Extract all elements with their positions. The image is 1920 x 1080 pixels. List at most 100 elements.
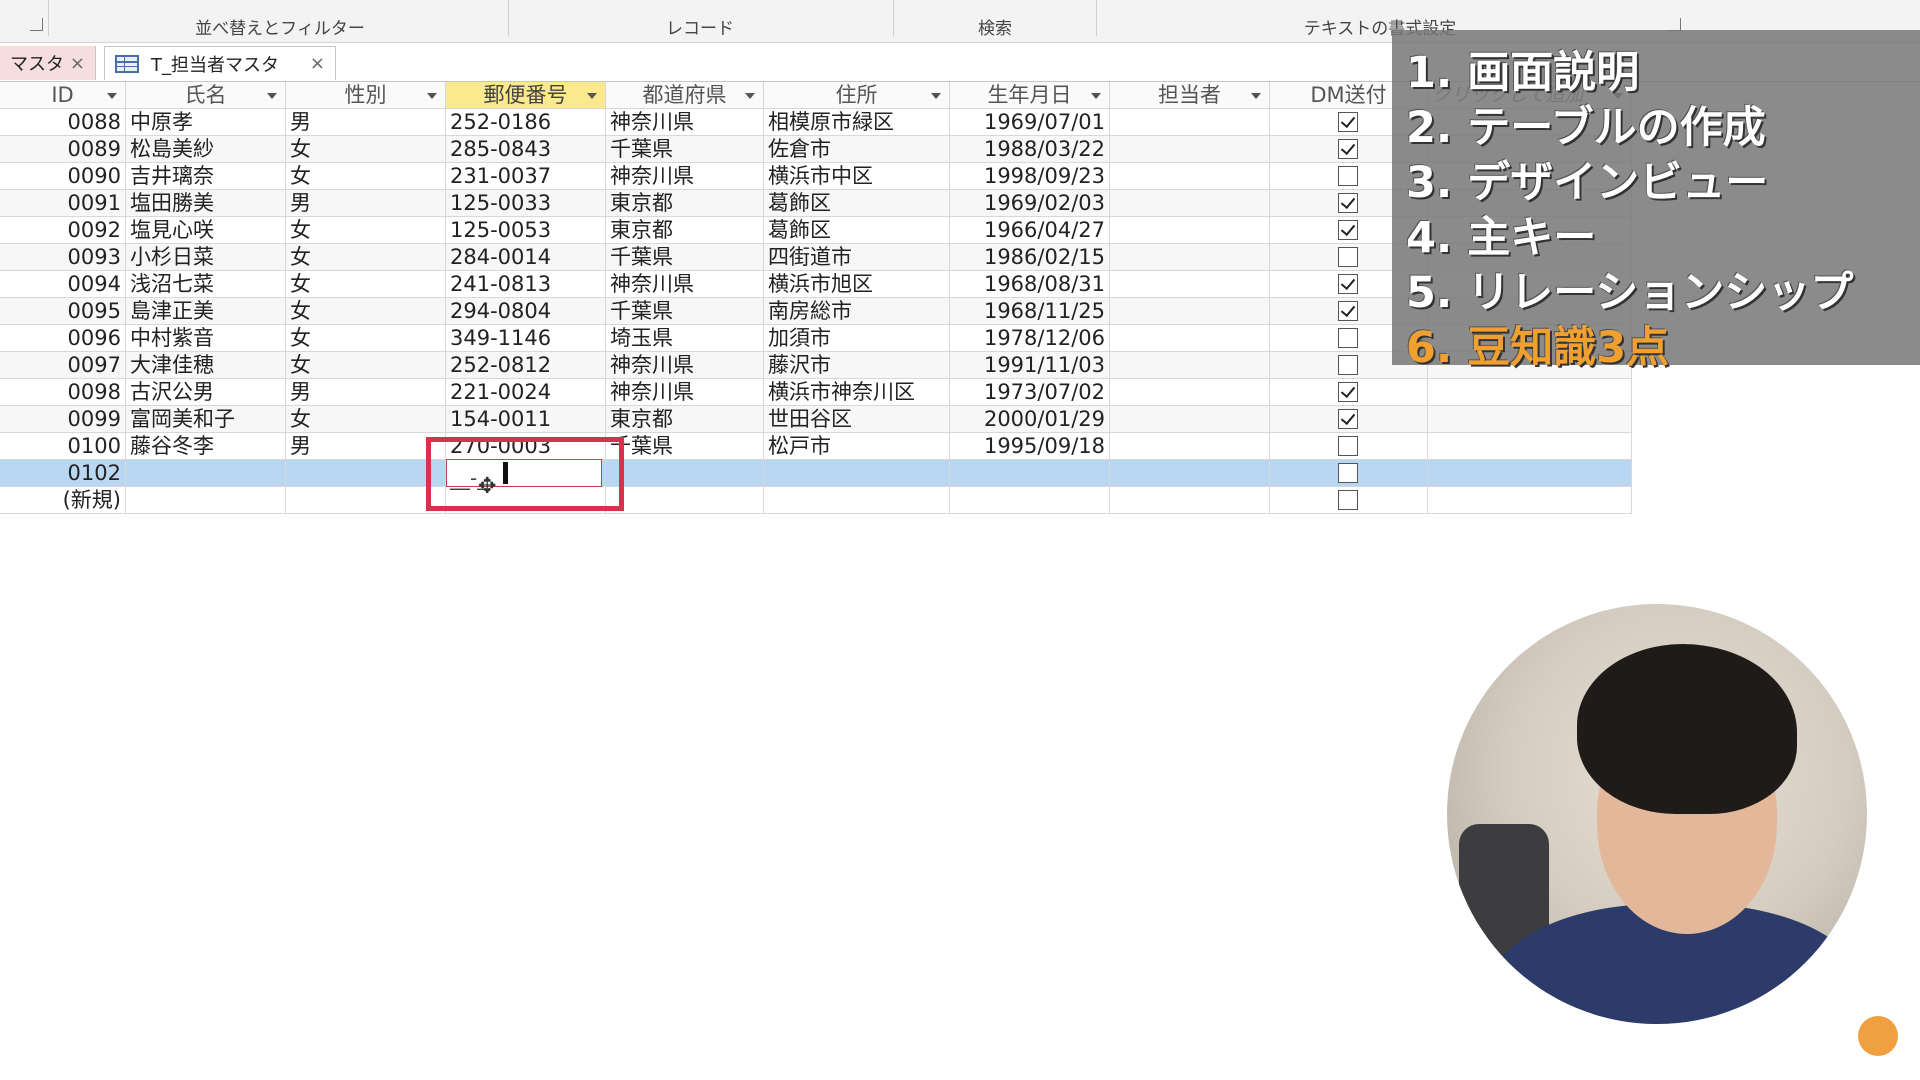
column-header[interactable]: 性別 <box>286 82 446 109</box>
table-cell-name[interactable]: 中原孝 <box>126 109 286 136</box>
table-cell-id[interactable]: 0092 <box>0 217 126 244</box>
table-cell-addr[interactable]: 横浜市中区 <box>764 163 950 190</box>
table-cell-add[interactable] <box>1428 379 1632 406</box>
column-header[interactable]: 氏名 <box>126 82 286 109</box>
table-cell-gender[interactable]: 男 <box>286 433 446 460</box>
dm-checkbox[interactable] <box>1337 193 1358 213</box>
table-cell-pref[interactable]: 神奈川県 <box>606 109 764 136</box>
table-cell-gender[interactable] <box>286 460 446 487</box>
table-cell-birth[interactable]: 1968/11/25 <box>950 298 1110 325</box>
table-cell-id[interactable]: 0093 <box>0 244 126 271</box>
table-cell-zip[interactable]: 154-0011 <box>446 406 606 433</box>
dm-checkbox[interactable] <box>1337 112 1358 132</box>
table-cell-id[interactable]: (新規) <box>0 487 126 514</box>
table-row[interactable]: 0095 島津正美女 294-0804 千葉県 南房総市 1968/11/25 <box>0 298 1632 325</box>
table-cell-gender[interactable]: 女 <box>286 325 446 352</box>
table-cell-name[interactable] <box>126 460 286 487</box>
table-cell-pref[interactable]: 神奈川県 <box>606 271 764 298</box>
table-cell-name[interactable]: 松島美紗 <box>126 136 286 163</box>
table-cell-staff[interactable] <box>1110 163 1270 190</box>
table-cell-gender[interactable]: 女 <box>286 352 446 379</box>
table-cell-staff[interactable] <box>1110 271 1270 298</box>
table-cell-pref[interactable]: 神奈川県 <box>606 352 764 379</box>
table-cell-zip[interactable]: 294-0804 <box>446 298 606 325</box>
table-cell-pref[interactable]: 千葉県 <box>606 136 764 163</box>
table-cell-add[interactable] <box>1428 433 1632 460</box>
table-cell-zip[interactable]: 241-0813 <box>446 271 606 298</box>
table-cell-staff[interactable] <box>1110 136 1270 163</box>
table-cell-add[interactable] <box>1428 487 1632 514</box>
table-cell-pref[interactable] <box>606 487 764 514</box>
table-row[interactable]: 0089 松島美紗女 285-0843 千葉県 佐倉市 1988/03/22 <box>0 136 1632 163</box>
table-cell-name[interactable]: 大津佳穂 <box>126 352 286 379</box>
table-row[interactable]: (新規) <box>0 487 1632 514</box>
table-cell-birth[interactable]: 1978/12/06 <box>950 325 1110 352</box>
table-cell-gender[interactable] <box>286 487 446 514</box>
chevron-down-icon[interactable] <box>1251 93 1261 99</box>
column-header[interactable]: 住所 <box>764 82 950 109</box>
table-cell-name[interactable]: 中村紫音 <box>126 325 286 352</box>
table-cell-pref[interactable] <box>606 460 764 487</box>
table-cell-zip[interactable]: 252-0186 <box>446 109 606 136</box>
table-cell-staff[interactable] <box>1110 217 1270 244</box>
table-cell-zip[interactable]: 284-0014 <box>446 244 606 271</box>
chevron-down-icon[interactable] <box>1091 93 1101 99</box>
table-cell-pref[interactable]: 神奈川県 <box>606 163 764 190</box>
table-cell-name[interactable]: 古沢公男 <box>126 379 286 406</box>
column-header[interactable]: ID <box>0 82 126 109</box>
table-cell-staff[interactable] <box>1110 352 1270 379</box>
table-cell-zip[interactable]: 231-0037 <box>446 163 606 190</box>
close-icon[interactable]: × <box>310 53 325 74</box>
table-row[interactable]: 0097 大津佳穂女 252-0812 神奈川県 藤沢市 1991/11/03 <box>0 352 1632 379</box>
table-cell-birth[interactable]: 1973/07/02 <box>950 379 1110 406</box>
table-cell-addr[interactable]: 世田谷区 <box>764 406 950 433</box>
table-cell-gender[interactable]: 女 <box>286 271 446 298</box>
table-cell-addr[interactable]: 横浜市旭区 <box>764 271 950 298</box>
dm-checkbox[interactable] <box>1337 382 1358 402</box>
table-cell-id[interactable]: 0094 <box>0 271 126 298</box>
table-cell-dm[interactable] <box>1270 487 1428 514</box>
table-cell-birth[interactable]: 1969/02/03 <box>950 190 1110 217</box>
table-row[interactable]: 0091 塩田勝美男 125-0033 東京都 葛飾区 1969/02/03 <box>0 190 1632 217</box>
table-cell-name[interactable] <box>126 487 286 514</box>
table-cell-birth[interactable]: 1986/02/15 <box>950 244 1110 271</box>
table-cell-staff[interactable] <box>1110 325 1270 352</box>
table-row[interactable]: 0092 塩見心咲女 125-0053 東京都 葛飾区 1966/04/27 <box>0 217 1632 244</box>
table-cell-name[interactable]: 吉井璃奈 <box>126 163 286 190</box>
dm-checkbox[interactable] <box>1337 247 1358 267</box>
table-row[interactable]: 0098 古沢公男男 221-0024 神奈川県 横浜市神奈川区 1973/07/02 <box>0 379 1632 406</box>
table-cell-id[interactable]: 0090 <box>0 163 126 190</box>
dm-checkbox[interactable] <box>1337 274 1358 294</box>
table-cell-staff[interactable] <box>1110 406 1270 433</box>
table-cell-zip[interactable]: 221-0024 <box>446 379 606 406</box>
table-cell-add[interactable] <box>1428 406 1632 433</box>
table-cell-staff[interactable] <box>1110 433 1270 460</box>
table-cell-gender[interactable]: 女 <box>286 217 446 244</box>
table-cell-birth[interactable]: 1966/04/27 <box>950 217 1110 244</box>
table-cell-id[interactable]: 0097 <box>0 352 126 379</box>
table-cell-pref[interactable]: 千葉県 <box>606 298 764 325</box>
table-row[interactable]: 0096 中村紫音女 349-1146 埼玉県 加須市 1978/12/06 <box>0 325 1632 352</box>
table-cell-id[interactable]: 0102 <box>0 460 126 487</box>
table-cell-addr[interactable]: 南房総市 <box>764 298 950 325</box>
table-cell-birth[interactable]: 1968/08/31 <box>950 271 1110 298</box>
table-cell-pref[interactable]: 東京都 <box>606 217 764 244</box>
table-cell-id[interactable]: 0098 <box>0 379 126 406</box>
table-cell-staff[interactable] <box>1110 109 1270 136</box>
table-cell-gender[interactable]: 男 <box>286 190 446 217</box>
table-cell-addr[interactable]: 四街道市 <box>764 244 950 271</box>
chevron-down-icon[interactable] <box>745 93 755 99</box>
table-cell-staff[interactable] <box>1110 379 1270 406</box>
table-cell-id[interactable]: 0088 <box>0 109 126 136</box>
table-cell-addr[interactable]: 佐倉市 <box>764 136 950 163</box>
table-cell-addr[interactable]: 横浜市神奈川区 <box>764 379 950 406</box>
dm-checkbox[interactable] <box>1337 166 1358 186</box>
table-cell-staff[interactable] <box>1110 190 1270 217</box>
table-cell-addr[interactable]: 松戸市 <box>764 433 950 460</box>
table-cell-birth[interactable]: 1969/07/01 <box>950 109 1110 136</box>
table-cell-birth[interactable] <box>950 487 1110 514</box>
table-cell-gender[interactable]: 女 <box>286 244 446 271</box>
table-cell-gender[interactable]: 女 <box>286 136 446 163</box>
chevron-down-icon[interactable] <box>587 93 597 99</box>
table-row[interactable]: 0093 小杉日菜女 284-0014 千葉県 四街道市 1986/02/15 <box>0 244 1632 271</box>
